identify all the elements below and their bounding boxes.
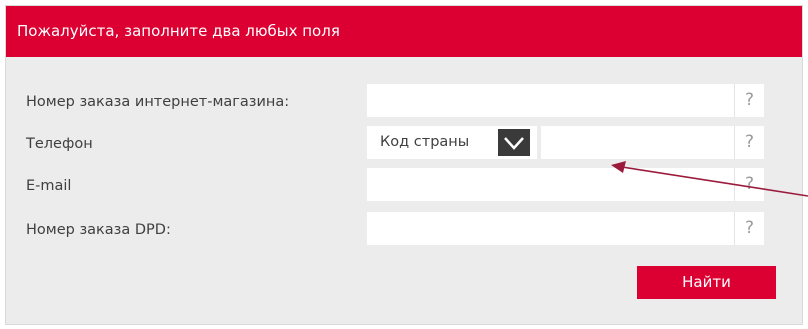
order-number-help[interactable]: ?: [734, 84, 764, 117]
email-help[interactable]: ?: [734, 168, 764, 201]
dpd-order-number-field: ?: [367, 212, 764, 245]
find-button[interactable]: Найти: [637, 266, 776, 299]
dpd-order-number-help[interactable]: ?: [734, 212, 764, 245]
chevron-down-icon: [504, 137, 524, 150]
order-number-input[interactable]: [367, 84, 734, 117]
email-input[interactable]: [367, 168, 734, 201]
order-number-field: ?: [367, 84, 764, 117]
dpd-order-number-label: Номер заказа DPD:: [26, 222, 171, 238]
phone-field: Код страны ?: [367, 126, 764, 159]
form-header: Пожалуйста, заполните два любых поля: [6, 6, 802, 57]
phone-number-input[interactable]: [541, 126, 734, 159]
search-form-panel: Пожалуйста, заполните два любых поля Ном…: [5, 5, 803, 325]
email-label: E-mail: [26, 178, 72, 194]
country-code-label: Код страны: [380, 134, 470, 150]
email-field: ?: [367, 168, 764, 201]
dpd-order-number-input[interactable]: [367, 212, 734, 245]
country-code-select[interactable]: Код страны: [367, 126, 537, 159]
country-code-dropdown-button[interactable]: [498, 129, 530, 156]
phone-help[interactable]: ?: [734, 126, 764, 159]
order-number-label: Номер заказа интернет-магазина:: [26, 94, 290, 110]
phone-label: Телефон: [26, 136, 93, 152]
